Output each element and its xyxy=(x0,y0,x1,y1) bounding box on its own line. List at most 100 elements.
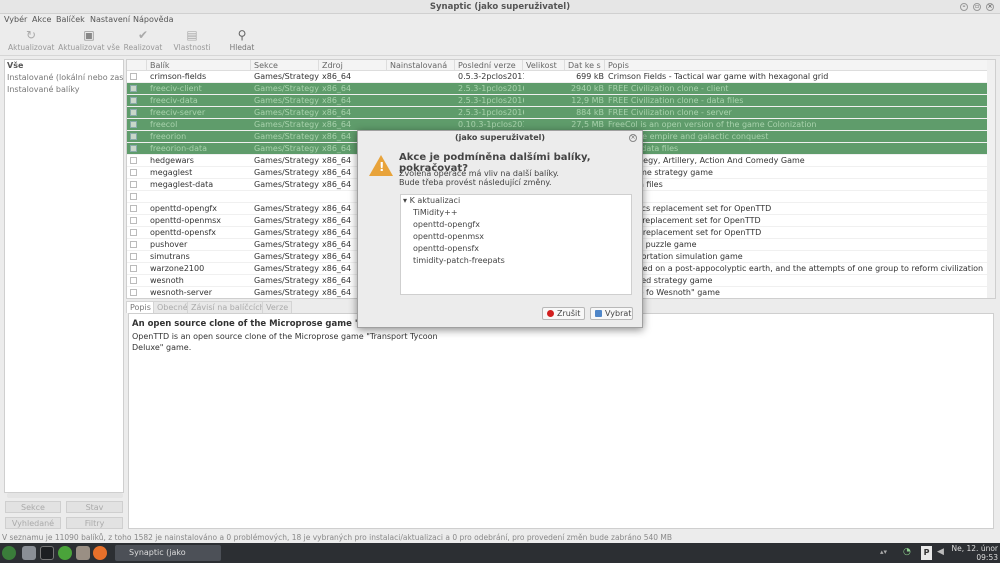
cancel-button[interactable]: Zrušit xyxy=(542,307,585,320)
clock[interactable]: Ne, 12. únor 09:53 xyxy=(952,544,998,562)
package-checkbox[interactable] xyxy=(130,85,137,92)
cell-installed xyxy=(390,107,456,119)
tree-item[interactable]: timidity-patch-freepats xyxy=(413,256,505,265)
tree-item[interactable]: TiMidity++ xyxy=(413,208,458,217)
package-checkbox[interactable] xyxy=(130,289,137,296)
select-button[interactable]: Vybrat xyxy=(590,307,633,320)
search-results-button[interactable]: Vyhledané xyxy=(5,517,61,529)
package-checkbox[interactable] xyxy=(130,121,137,128)
column-header-description[interactable]: Popis xyxy=(605,60,989,71)
menu-item-select[interactable]: Vybér xyxy=(4,15,27,24)
column-header-size[interactable]: Velikost xyxy=(523,60,565,71)
package-checkbox[interactable] xyxy=(130,265,137,272)
package-checkbox[interactable] xyxy=(130,193,137,200)
minimize-icon[interactable]: – xyxy=(960,3,968,11)
dialog-title: (jako superuživatel) xyxy=(454,133,546,142)
tree-item[interactable]: openttd-opensfx xyxy=(413,244,479,253)
column-header-section[interactable]: Sekce xyxy=(251,60,319,71)
tab-versions[interactable]: Verze xyxy=(262,301,293,313)
cell-latest: 0.5.3-2pclos2011 xyxy=(458,72,524,81)
description-text-line2: Deluxe" game. xyxy=(132,343,192,352)
window-title-bar: Synaptic (jako superuživatel) – ▫ × xyxy=(0,0,1000,14)
table-row[interactable]: freeciv-client Games/Strategy x86_64 2.5.3-… xyxy=(127,83,989,95)
cell-name xyxy=(150,191,250,203)
warning-mark: ! xyxy=(379,160,385,174)
firefox-icon[interactable] xyxy=(93,546,107,560)
close-icon[interactable]: × xyxy=(986,3,994,11)
column-header-latest[interactable]: Poslední verze xyxy=(455,60,523,71)
column-header-installed[interactable]: Nainstalovaná xyxy=(387,60,455,71)
table-row[interactable]: freeciv-data Games/Strategy x86_64 2.5.3-1p… xyxy=(127,95,989,107)
cell-source: x86_64 xyxy=(322,108,352,117)
package-checkbox[interactable] xyxy=(130,241,137,248)
cell-name: freeciv-server xyxy=(150,108,206,117)
package-checkbox[interactable] xyxy=(130,133,137,140)
table-vertical-scrollbar[interactable] xyxy=(987,60,995,298)
package-checkbox[interactable] xyxy=(130,169,137,176)
reload-button[interactable]: ↻ Aktualizovat xyxy=(8,28,54,52)
taskbar-item-synaptic[interactable]: Synaptic (jako superu... xyxy=(115,545,221,561)
column-header-download[interactable]: Dat ke s xyxy=(565,60,605,71)
package-checkbox[interactable] xyxy=(130,217,137,224)
package-checkbox[interactable] xyxy=(130,145,137,152)
package-checkbox[interactable] xyxy=(130,277,137,284)
terminal-icon[interactable] xyxy=(40,546,54,560)
cell-source: x86_64 xyxy=(322,72,352,81)
filter-item-installed-local[interactable]: Instalované (lokální nebo zastaralé) xyxy=(7,73,123,82)
cell-section: Games/Strategy xyxy=(254,108,319,117)
package-checkbox[interactable] xyxy=(130,229,137,236)
menu-item-help[interactable]: Nápověda xyxy=(133,15,174,24)
tab-dependencies[interactable]: Závisí na balíčcích xyxy=(187,301,269,313)
wifi-icon[interactable]: ◔ xyxy=(903,547,915,559)
cell-section: Games/Strategy xyxy=(254,264,319,273)
cell-desc: FREE Civilization clone - client xyxy=(608,84,729,93)
column-header-source[interactable]: Zdroj xyxy=(319,60,387,71)
package-checkbox[interactable] xyxy=(130,73,137,80)
file-manager-icon[interactable] xyxy=(22,546,36,560)
upgrade-all-button[interactable]: ▣ Aktualizovat vše xyxy=(58,28,120,52)
filter-item-installed[interactable]: Instalované balíky xyxy=(7,85,123,94)
table-row[interactable]: freeciv-server Games/Strategy x86_64 2.5.3-… xyxy=(127,107,989,119)
tree-item[interactable]: openttd-openmsx xyxy=(413,232,484,241)
menu-item-settings[interactable]: Nastavení xyxy=(90,15,130,24)
cell-section: Games/Strategy xyxy=(254,252,319,261)
dialog-close-icon[interactable]: × xyxy=(629,134,637,142)
column-header-package[interactable]: Balík xyxy=(147,60,251,71)
properties-button[interactable]: ▤ Vlastnosti xyxy=(172,28,212,52)
tree-group-upgrade[interactable]: ▾ K aktualizaci xyxy=(403,196,460,205)
sections-button[interactable]: Sekce xyxy=(5,501,61,513)
left-horizontal-scrollbar[interactable] xyxy=(7,493,123,498)
cell-section: Games/Strategy xyxy=(254,120,319,129)
package-checkbox[interactable] xyxy=(130,157,137,164)
column-header-mark[interactable] xyxy=(127,60,147,71)
package-checkbox[interactable] xyxy=(130,97,137,104)
tray-p-icon[interactable]: P xyxy=(921,546,932,560)
tray-arrows-icon[interactable]: ▴▾ xyxy=(880,548,894,558)
package-checkbox[interactable] xyxy=(130,205,137,212)
menu-item-package[interactable]: Balíček xyxy=(56,15,85,24)
volume-icon[interactable]: ◀ xyxy=(937,547,949,559)
package-manager-icon[interactable] xyxy=(76,546,90,560)
start-menu-icon[interactable] xyxy=(2,546,16,560)
tab-description[interactable]: Popis xyxy=(126,301,155,313)
tree-item[interactable]: openttd-opengfx xyxy=(413,220,480,229)
cell-name: wesnoth xyxy=(150,276,184,285)
search-button[interactable]: ⚲ Hledat xyxy=(226,28,258,52)
package-checkbox[interactable] xyxy=(130,181,137,188)
table-row[interactable]: crimson-fields Games/Strategy x86_64 0.5.3-… xyxy=(127,71,989,83)
apply-button[interactable]: ✔ Realizovat xyxy=(122,28,164,52)
cell-name: freeciv-client xyxy=(150,84,202,93)
filters-button[interactable]: Filtry xyxy=(66,517,123,529)
cell-name: simutrans xyxy=(150,252,190,261)
tools-icon[interactable] xyxy=(58,546,72,560)
package-checkbox[interactable] xyxy=(130,253,137,260)
status-button[interactable]: Stav xyxy=(66,501,123,513)
cell-section xyxy=(254,191,320,203)
cell-section: Games/Strategy xyxy=(254,288,319,297)
maximize-icon[interactable]: ▫ xyxy=(973,3,981,11)
tab-general[interactable]: Obecné xyxy=(153,301,192,313)
cell-name: openttd-opensfx xyxy=(150,228,217,237)
filter-item-all[interactable]: Vše xyxy=(7,61,123,70)
menu-item-action[interactable]: Akce xyxy=(32,15,51,24)
package-checkbox[interactable] xyxy=(130,109,137,116)
